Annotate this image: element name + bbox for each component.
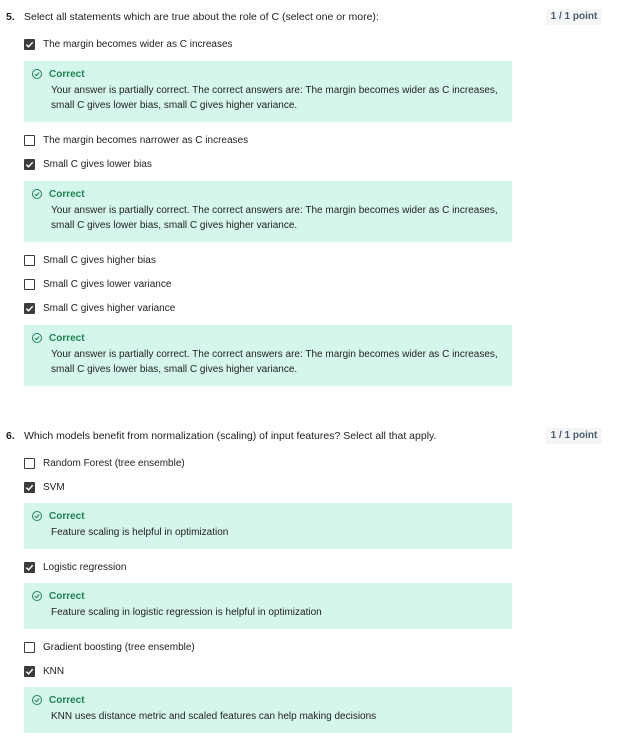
feedback-title: Correct <box>49 510 85 522</box>
option-small-c-lower-bias[interactable]: Small C gives lower bias <box>24 157 152 171</box>
check-circle-icon <box>32 333 42 343</box>
question-prompt: Which models benefit from normalization … <box>24 430 437 442</box>
checkbox[interactable] <box>24 278 35 290</box>
option-margin-narrower[interactable]: The margin becomes narrower as C increas… <box>24 133 248 147</box>
feedback-correct: Correct Your answer is partially correct… <box>24 181 512 242</box>
feedback-title: Correct <box>49 188 85 200</box>
option-logistic-regression[interactable]: Logistic regression <box>24 560 126 574</box>
option-knn[interactable]: KNN <box>24 664 64 678</box>
option-label: Gradient boosting (tree ensemble) <box>43 641 195 653</box>
checkbox[interactable] <box>24 457 35 469</box>
option-label: Small C gives lower bias <box>43 158 152 170</box>
option-label: Small C gives lower variance <box>43 278 172 290</box>
feedback-text-line: Your answer is partially correct. The co… <box>51 205 498 216</box>
feedback-correct: Correct Your answer is partially correct… <box>24 61 512 122</box>
check-circle-icon <box>32 189 42 199</box>
checkbox[interactable] <box>24 158 35 170</box>
feedback-text-line: small C gives lower bias, small C gives … <box>51 364 298 375</box>
option-gradient-boosting[interactable]: Gradient boosting (tree ensemble) <box>24 640 195 654</box>
option-label: SVM <box>43 481 65 493</box>
points-badge: 1 / 1 point <box>546 9 602 25</box>
option-label: KNN <box>43 665 65 677</box>
feedback-correct: Correct KNN uses distance metric and sca… <box>24 687 512 733</box>
checkbox[interactable] <box>24 254 35 266</box>
feedback-correct: Correct Your answer is partially correct… <box>24 325 512 386</box>
checkbox[interactable] <box>24 641 35 653</box>
feedback-text-line: Your answer is partially correct. The co… <box>51 85 498 96</box>
question-number: 5. <box>6 11 15 23</box>
feedback-text-line: small C gives lower bias, small C gives … <box>51 220 298 231</box>
check-circle-icon <box>32 695 42 705</box>
check-icon <box>25 161 34 168</box>
option-label: The margin becomes narrower as C increas… <box>43 134 249 146</box>
feedback-title: Correct <box>49 332 85 344</box>
check-icon <box>25 305 34 312</box>
check-icon <box>25 484 34 491</box>
points-badge: 1 / 1 point <box>546 428 602 444</box>
option-label: Small C gives higher bias <box>43 254 156 266</box>
feedback-correct: Correct Feature scaling is helpful in op… <box>24 503 512 549</box>
checkbox[interactable] <box>24 561 35 573</box>
feedback-text-line: Feature scaling is helpful in optimizati… <box>51 527 229 538</box>
feedback-text-line: KNN uses distance metric and scaled feat… <box>51 711 377 722</box>
question-number: 6. <box>6 430 15 442</box>
feedback-text-line: Your answer is partially correct. The co… <box>51 349 498 360</box>
option-small-c-lower-variance[interactable]: Small C gives lower variance <box>24 277 171 291</box>
feedback-text-line: Feature scaling in logistic regression i… <box>51 607 322 618</box>
question-prompt: Select all statements which are true abo… <box>24 11 379 23</box>
check-circle-icon <box>32 69 42 79</box>
feedback-title: Correct <box>49 590 85 602</box>
option-label: Logistic regression <box>43 561 127 573</box>
feedback-title: Correct <box>49 68 85 80</box>
check-icon <box>25 564 34 571</box>
check-icon <box>25 668 34 675</box>
option-label: The margin becomes wider as C increases <box>43 38 233 50</box>
option-small-c-higher-bias[interactable]: Small C gives higher bias <box>24 253 156 267</box>
check-icon <box>25 41 34 48</box>
feedback-text-line: small C gives lower bias, small C gives … <box>51 100 298 111</box>
check-circle-icon <box>32 511 42 521</box>
feedback-title: Correct <box>49 694 85 706</box>
checkbox[interactable] <box>24 38 35 50</box>
option-margin-wider[interactable]: The margin becomes wider as C increases <box>24 37 233 51</box>
feedback-correct: Correct Feature scaling in logistic regr… <box>24 583 512 629</box>
checkbox[interactable] <box>24 302 35 314</box>
check-circle-icon <box>32 591 42 601</box>
option-small-c-higher-variance[interactable]: Small C gives higher variance <box>24 301 175 315</box>
option-svm[interactable]: SVM <box>24 480 65 494</box>
option-label: Random Forest (tree ensemble) <box>43 457 185 469</box>
option-label: Small C gives higher variance <box>43 302 176 314</box>
checkbox[interactable] <box>24 481 35 493</box>
checkbox[interactable] <box>24 665 35 677</box>
option-random-forest[interactable]: Random Forest (tree ensemble) <box>24 456 185 470</box>
checkbox[interactable] <box>24 134 35 146</box>
